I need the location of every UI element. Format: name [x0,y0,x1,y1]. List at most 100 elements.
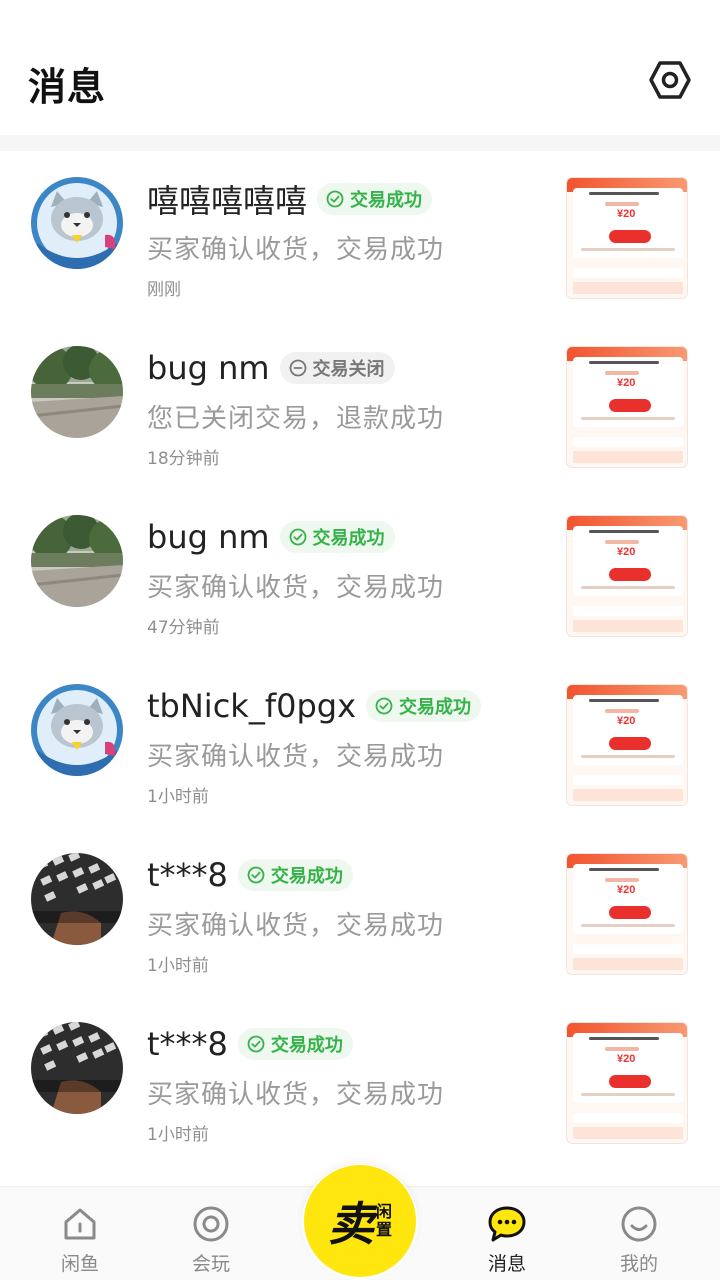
message-row[interactable]: t***8 交易成功 买家确认收货，交易成功 1小时前 ¥20 [0,827,720,996]
sender-name: bug nm [147,349,270,387]
cat-astronaut-avatar[interactable] [31,177,123,269]
thumb-strip [573,775,683,785]
thumb-strip-bottom [573,789,683,801]
tab-mine[interactable]: 我的 [589,1203,689,1276]
circle-target-icon [190,1203,232,1245]
thumb-button [609,906,651,919]
status-label: 交易成功 [270,866,343,887]
thumb-strip-bottom [573,620,683,632]
thumb-tag [605,371,639,375]
thumb-strip [573,437,683,447]
thumb-price: ¥20 [617,715,636,727]
thumb-note-line [581,586,675,589]
thumb-strip-bottom [573,282,683,294]
thumb-strip [573,1113,683,1123]
tab-label: 会玩 [191,1253,230,1275]
sell-sub-label-1: 闲 [375,1202,392,1221]
check-circle-icon [374,696,394,716]
thumb-price: ¥20 [617,884,636,896]
thumb-title-line [589,192,659,195]
message-text: 买家确认收货，交易成功 [147,742,445,772]
sender-name: tbNick_f0pgx [147,687,356,725]
thumb-strip [573,944,683,954]
sender-name: 嘻嘻嘻嘻嘻 [147,182,308,220]
thumb-price: ¥20 [617,1053,636,1065]
status-badge: 交易成功 [237,859,353,891]
park-photo-avatar[interactable] [31,346,123,438]
status-badge: 交易成功 [317,183,433,215]
status-badge: 交易成功 [279,521,395,553]
tab-label: 消息 [487,1253,526,1275]
item-thumbnail[interactable]: ¥20 [566,853,688,975]
thumb-button [609,399,651,412]
message-row[interactable]: 嘻嘻嘻嘻嘻 交易成功 买家确认收货，交易成功 刚刚 ¥20 [0,151,720,320]
message-row[interactable]: bug nm 交易成功 买家确认收货，交易成功 47分钟前 ¥20 [0,489,720,658]
item-thumbnail[interactable]: ¥20 [566,346,688,468]
message-time: 刚刚 [147,280,181,300]
message-row[interactable]: tbNick_f0pgx 交易成功 买家确认收货，交易成功 1小时前 ¥20 [0,658,720,827]
chat-bubble-icon [486,1203,528,1245]
thumb-title-line [589,530,659,533]
thumb-title-line [589,868,659,871]
thumb-strip [573,606,683,616]
thumb-button [609,737,651,750]
item-thumbnail[interactable]: ¥20 [566,684,688,806]
tab-huiwan[interactable]: 会玩 [161,1203,261,1276]
name-line: t***8 交易成功 [147,851,353,899]
thumb-tag [605,709,639,713]
page-title: 消息 [28,65,107,109]
thumb-button [609,230,651,243]
status-label: 交易成功 [270,1035,343,1056]
thumb-price: ¥20 [617,208,636,220]
message-text: 买家确认收货，交易成功 [147,573,445,603]
status-label: 交易成功 [312,528,385,549]
sell-main-label: 卖 [327,1197,374,1251]
tab-label: 我的 [619,1253,658,1275]
name-line: bug nm 交易关闭 [147,344,395,392]
thumb-strip-bottom [573,451,683,463]
message-text: 买家确认收货，交易成功 [147,911,445,941]
item-thumbnail[interactable]: ¥20 [566,515,688,637]
status-label: 交易成功 [350,190,423,211]
message-row[interactable]: bug nm 交易关闭 您已关闭交易，退款成功 18分钟前 ¥20 [0,320,720,489]
keyboard-photo-avatar[interactable] [31,1022,123,1114]
message-time: 1小时前 [147,956,209,976]
header: 消息 [0,0,720,135]
sell-sub-label: 闲 置 [376,1203,392,1239]
message-text: 买家确认收货，交易成功 [147,1080,445,1110]
item-thumbnail[interactable]: ¥20 [566,177,688,299]
message-list: 嘻嘻嘻嘻嘻 交易成功 买家确认收货，交易成功 刚刚 ¥20 bug nm 交易关… [0,151,720,1165]
message-time: 1小时前 [147,787,209,807]
thumb-title-line [589,361,659,364]
message-row[interactable]: t***8 交易成功 买家确认收货，交易成功 1小时前 ¥20 [0,996,720,1165]
thumb-strip [573,268,683,278]
cat-astronaut-avatar[interactable] [31,684,123,776]
settings-button[interactable] [646,58,694,106]
keyboard-photo-avatar[interactable] [31,853,123,945]
tab-messages[interactable]: 消息 [457,1203,557,1276]
status-badge: 交易成功 [366,690,481,722]
smile-face-icon [618,1203,660,1245]
thumb-button [609,1075,651,1088]
settings-hexagon-icon [649,59,691,105]
thumb-title-line [589,1037,659,1040]
check-circle-icon [246,1034,266,1054]
name-line: bug nm 交易成功 [147,513,395,561]
sender-name: t***8 [147,856,228,894]
minus-circle-icon [288,358,308,378]
thumb-button [609,568,651,581]
thumb-tag [605,878,639,882]
message-time: 18分钟前 [147,449,220,469]
thumb-note-line [581,248,675,251]
check-circle-icon [246,865,266,885]
thumb-tag [605,1047,639,1051]
status-badge: 交易成功 [237,1028,353,1060]
thumb-tag [605,540,639,544]
sender-name: bug nm [147,518,270,556]
status-badge: 交易关闭 [279,352,395,384]
park-photo-avatar[interactable] [31,515,123,607]
sell-button[interactable]: 卖 闲 置 [304,1165,416,1277]
thumb-note-line [581,755,675,758]
tab-xianyu[interactable]: 闲鱼 [30,1203,130,1276]
item-thumbnail[interactable]: ¥20 [566,1022,688,1144]
